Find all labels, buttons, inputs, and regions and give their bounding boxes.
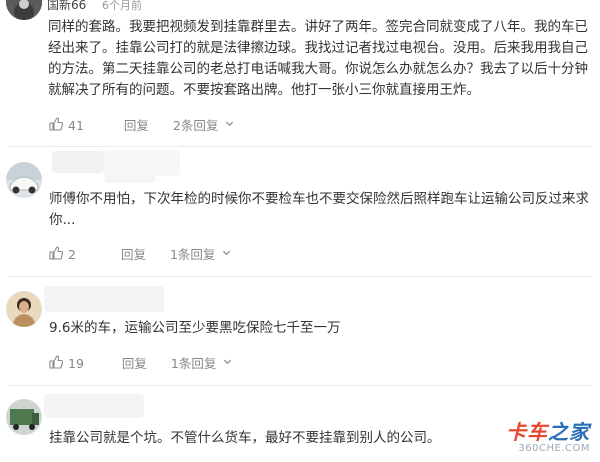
comment-time: 6个月前 [102,0,142,12]
view-replies-button[interactable]: 1条回复 [171,353,232,372]
comment-text: 挂靠公司就是个坑。不管什么货车，最好不要挂靠到别人的公司。 [49,430,441,446]
like-count: 2 [68,246,76,262]
reply-button[interactable]: 回复 [122,353,147,372]
replies-count: 1条回复 [170,356,217,371]
avatar[interactable] [6,0,42,20]
username-blurred [52,151,104,173]
watermark-url: 360CHE.COM [518,443,590,454]
comment-actions: 19 回复 1条回复 [49,353,232,372]
comment-actions: 41 回复 2条回复 [49,115,234,134]
replies-count: 2条回复 [172,118,219,133]
divider [8,146,592,147]
comment-text: 师傅你不用怕，下次年检的时候你不要检车也不要交保险然后照样跑车让运输公司反过来求… [49,191,589,228]
like-count: 41 [68,117,84,133]
reply-button[interactable]: 回复 [124,115,149,134]
comment-text: 9.6米的车，运输公司至少要黑吃保险七千至一万 [49,320,341,336]
view-replies-button[interactable]: 1条回复 [170,244,231,263]
avatar[interactable] [6,399,42,435]
replies-count: 1条回复 [169,247,216,262]
username[interactable]: 国新66 [47,0,86,13]
chevron-down-icon [223,250,231,256]
avatar[interactable] [6,162,42,198]
watermark-brand: 卡车 [506,420,548,444]
chevron-down-icon [224,359,232,365]
thumbs-up-icon [49,245,64,260]
comment-actions: 2 回复 1条回复 [49,244,231,263]
username-blurred [104,150,180,176]
like-button[interactable]: 41 [49,116,84,133]
avatar[interactable] [6,291,42,327]
username-blurred [104,175,156,183]
divider [8,276,592,277]
like-button[interactable]: 19 [49,354,84,371]
username-blurred [44,286,164,312]
username-blurred [44,394,144,418]
thumbs-up-icon [49,354,64,369]
reply-button[interactable]: 回复 [121,244,146,263]
comment-text: 同样的套路。我要把视频发到挂靠群里去。讲好了两年。签完合同就变成了八年。我的车已… [48,19,588,98]
watermark-brand: 之家 [548,420,590,444]
like-button[interactable]: 2 [49,245,76,262]
thumbs-up-icon [49,116,64,131]
like-count: 19 [68,355,84,371]
chevron-down-icon [226,121,234,127]
divider [8,385,592,386]
view-replies-button[interactable]: 2条回复 [173,115,234,134]
watermark: 卡车之家 360CHE.COM [506,416,590,454]
